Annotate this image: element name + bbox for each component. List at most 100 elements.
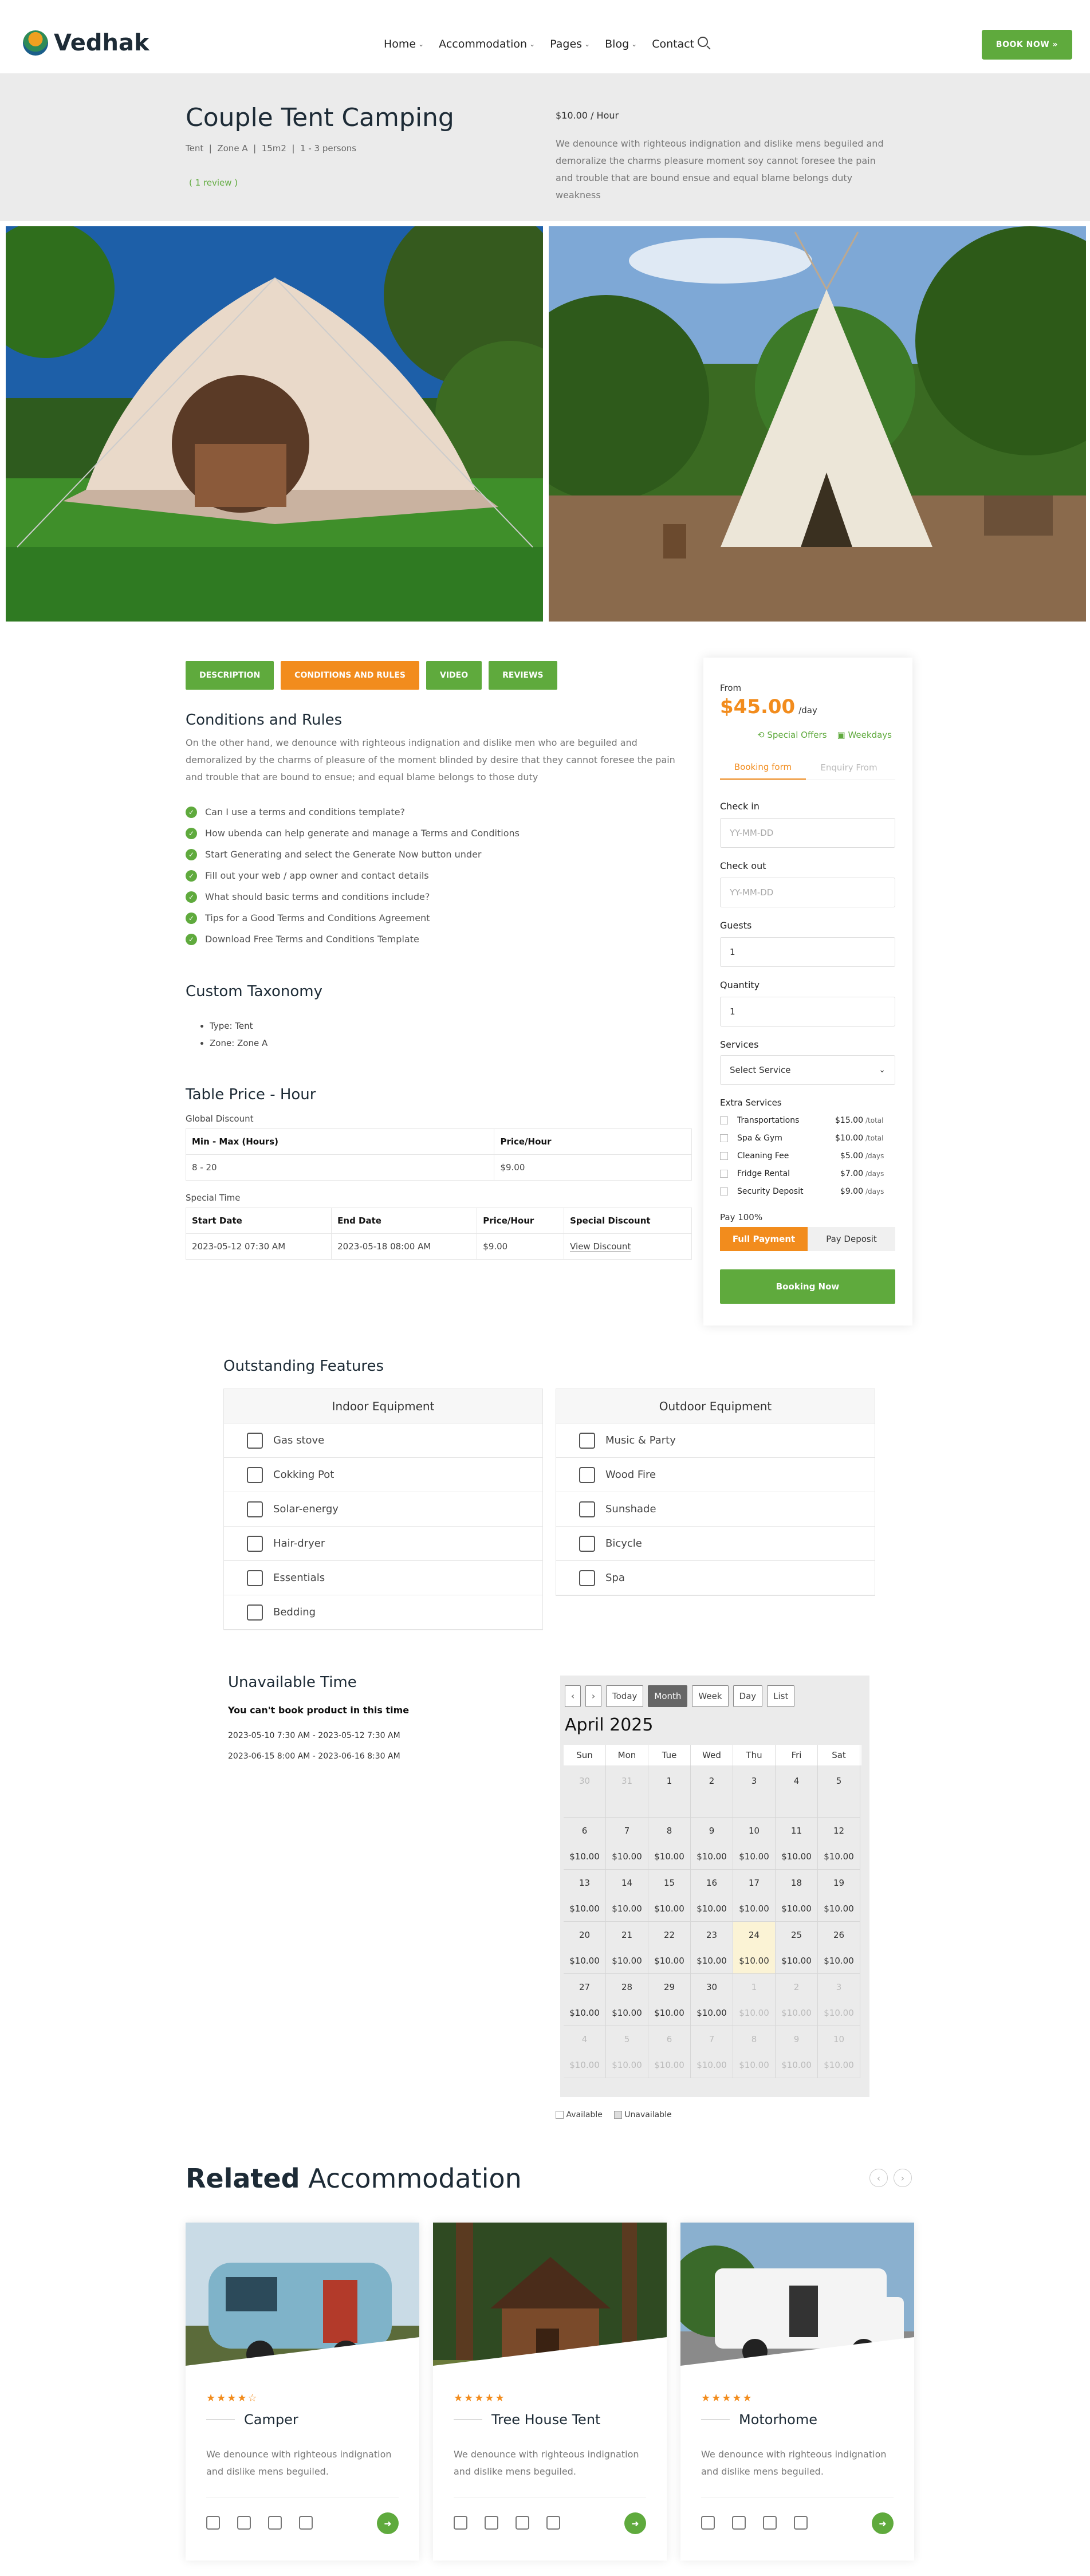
extra-service-row[interactable]: Spa & Gym $10.00/total xyxy=(720,1129,895,1147)
calendar-view-day[interactable]: Day xyxy=(733,1685,763,1707)
calendar-day[interactable]: 9 $10.00 xyxy=(691,1818,733,1870)
checkbox[interactable] xyxy=(720,1116,728,1124)
checkbox[interactable] xyxy=(720,1134,728,1142)
calendar-day[interactable]: 30 xyxy=(564,1765,606,1818)
calendar-day[interactable]: 16 $10.00 xyxy=(691,1870,733,1922)
tab-enquiry-form[interactable]: Enquiry From xyxy=(806,755,892,780)
calendar-day[interactable]: 2 xyxy=(691,1765,733,1818)
calendar-view-week[interactable]: Week xyxy=(692,1685,729,1707)
arrow-right-icon[interactable]: ➜ xyxy=(624,2512,646,2534)
card-title[interactable]: Camper xyxy=(244,2412,298,2428)
calendar-day[interactable]: 31 xyxy=(606,1765,648,1818)
calendar-view-month[interactable]: Month xyxy=(648,1685,688,1707)
extra-service-row[interactable]: Cleaning Fee $5.00/days xyxy=(720,1147,895,1165)
view-discount-link[interactable]: View Discount xyxy=(570,1241,631,1252)
tab-conditions-and-rules[interactable]: CONDITIONS AND RULES xyxy=(281,661,419,690)
calendar-day[interactable]: 11 $10.00 xyxy=(776,1818,818,1870)
calendar-day[interactable]: 6 $10.00 xyxy=(648,2026,691,2078)
guests-input[interactable]: 1 xyxy=(720,937,895,967)
calendar-view-list[interactable]: List xyxy=(767,1685,795,1707)
nav-item-home[interactable]: Home ⌄ xyxy=(384,38,424,50)
nav-item-pages[interactable]: Pages ⌄ xyxy=(550,38,590,50)
calendar-day[interactable]: 9 $10.00 xyxy=(776,2026,818,2078)
accommodation-card[interactable]: ★★★★★ Tree House Tent We denounce with rig… xyxy=(433,2223,667,2561)
nav-item-contact[interactable]: Contact xyxy=(652,38,694,50)
checkin-input[interactable]: YY-MM-DD xyxy=(720,818,895,848)
card-title[interactable]: Motorhome xyxy=(739,2412,817,2428)
calendar-day[interactable]: 23 $10.00 xyxy=(691,1922,733,1974)
calendar-day[interactable]: 1 xyxy=(648,1765,691,1818)
calendar-day[interactable]: 17 $10.00 xyxy=(733,1870,776,1922)
calendar-day[interactable]: 3 $10.00 xyxy=(818,1974,860,2026)
card-title[interactable]: Tree House Tent xyxy=(491,2412,600,2428)
calendar-day[interactable]: 10 $10.00 xyxy=(818,2026,860,2078)
calendar-day[interactable]: 10 $10.00 xyxy=(733,1818,776,1870)
calendar-today-button[interactable]: Today xyxy=(606,1685,644,1707)
calendar-day[interactable]: 8 $10.00 xyxy=(733,2026,776,2078)
calendar-day[interactable]: 27 $10.00 xyxy=(564,1974,606,2026)
tab-reviews[interactable]: REVIEWS xyxy=(489,661,557,690)
calendar-day[interactable]: 19 $10.00 xyxy=(818,1870,860,1922)
calendar-day[interactable]: 28 $10.00 xyxy=(606,1974,648,2026)
calendar-day[interactable]: 5 xyxy=(818,1765,860,1818)
pay-deposit-button[interactable]: Pay Deposit xyxy=(808,1227,895,1251)
review-link[interactable]: ( 1 review ) xyxy=(189,178,238,188)
checkbox[interactable] xyxy=(720,1169,728,1178)
calendar-day[interactable]: 24 $10.00 xyxy=(733,1922,776,1974)
tab-video[interactable]: VIDEO xyxy=(426,661,482,690)
full-payment-button[interactable]: Full Payment xyxy=(720,1227,808,1251)
card-image[interactable] xyxy=(186,2223,419,2377)
search-icon[interactable] xyxy=(698,37,708,47)
calendar-day[interactable]: 4 $10.00 xyxy=(564,2026,606,2078)
card-image[interactable] xyxy=(433,2223,667,2377)
calendar-day[interactable]: 26 $10.00 xyxy=(818,1922,860,1974)
calendar-day[interactable]: 30 $10.00 xyxy=(691,1974,733,2026)
calendar-day[interactable]: 29 $10.00 xyxy=(648,1974,691,2026)
calendar-day[interactable]: 22 $10.00 xyxy=(648,1922,691,1974)
checkbox[interactable] xyxy=(720,1151,728,1160)
calendar-day[interactable]: 13 $10.00 xyxy=(564,1870,606,1922)
accommodation-card[interactable]: ★★★★☆ Camper We denounce with righteous in… xyxy=(186,2223,419,2561)
quantity-input[interactable]: 1 xyxy=(720,997,895,1027)
calendar-day[interactable]: 8 $10.00 xyxy=(648,1818,691,1870)
tab-booking-form[interactable]: Booking form xyxy=(720,755,806,780)
arrow-right-icon[interactable]: ➜ xyxy=(872,2512,894,2534)
checkout-input[interactable]: YY-MM-DD xyxy=(720,878,895,907)
calendar-prev-button[interactable]: ‹ xyxy=(565,1685,581,1707)
calendar-day[interactable]: 20 $10.00 xyxy=(564,1922,606,1974)
extra-service-row[interactable]: Fridge Rental $7.00/days xyxy=(720,1165,895,1182)
carousel-next-icon[interactable]: › xyxy=(894,2169,912,2187)
calendar-day[interactable]: 15 $10.00 xyxy=(648,1870,691,1922)
tab-description[interactable]: DESCRIPTION xyxy=(186,661,274,690)
calendar-day[interactable]: 6 $10.00 xyxy=(564,1818,606,1870)
calendar-day[interactable]: 7 $10.00 xyxy=(691,2026,733,2078)
nav-item-accommodation[interactable]: Accommodation ⌄ xyxy=(439,38,535,50)
calendar-day[interactable]: 1 $10.00 xyxy=(733,1974,776,2026)
calendar-day[interactable]: 4 xyxy=(776,1765,818,1818)
calendar-day[interactable]: 7 $10.00 xyxy=(606,1818,648,1870)
extra-service-row[interactable]: Security Deposit $9.00/days xyxy=(720,1182,895,1200)
calendar-day[interactable]: 18 $10.00 xyxy=(776,1870,818,1922)
card-image[interactable] xyxy=(680,2223,914,2377)
extra-service-name: Cleaning Fee xyxy=(737,1151,789,1161)
accommodation-card[interactable]: ★★★★★ Motorhome We denounce with righteous… xyxy=(680,2223,914,2561)
gallery-image-bell-tent[interactable] xyxy=(6,226,543,622)
calendar-day[interactable]: 12 $10.00 xyxy=(818,1818,860,1870)
calendar-day[interactable]: 5 $10.00 xyxy=(606,2026,648,2078)
calendar-day[interactable]: 3 xyxy=(733,1765,776,1818)
book-now-button[interactable]: BOOK NOW » xyxy=(982,30,1072,60)
nav-item-blog[interactable]: Blog ⌄ xyxy=(605,38,637,50)
checkbox[interactable] xyxy=(720,1187,728,1195)
gallery-image-tipi[interactable] xyxy=(549,226,1086,622)
carousel-prev-icon[interactable]: ‹ xyxy=(869,2169,888,2187)
calendar-day[interactable]: 25 $10.00 xyxy=(776,1922,818,1974)
calendar-day[interactable]: 21 $10.00 xyxy=(606,1922,648,1974)
arrow-right-icon[interactable]: ➜ xyxy=(377,2512,399,2534)
calendar-day[interactable]: 2 $10.00 xyxy=(776,1974,818,2026)
logo[interactable]: Vedhak xyxy=(23,30,149,56)
extra-service-row[interactable]: Transportations $15.00/total xyxy=(720,1111,895,1129)
services-select[interactable]: Select Service ⌄ xyxy=(720,1055,895,1085)
calendar-next-button[interactable]: › xyxy=(585,1685,601,1707)
calendar-day[interactable]: 14 $10.00 xyxy=(606,1870,648,1922)
booking-now-button[interactable]: Booking Now xyxy=(720,1269,895,1304)
